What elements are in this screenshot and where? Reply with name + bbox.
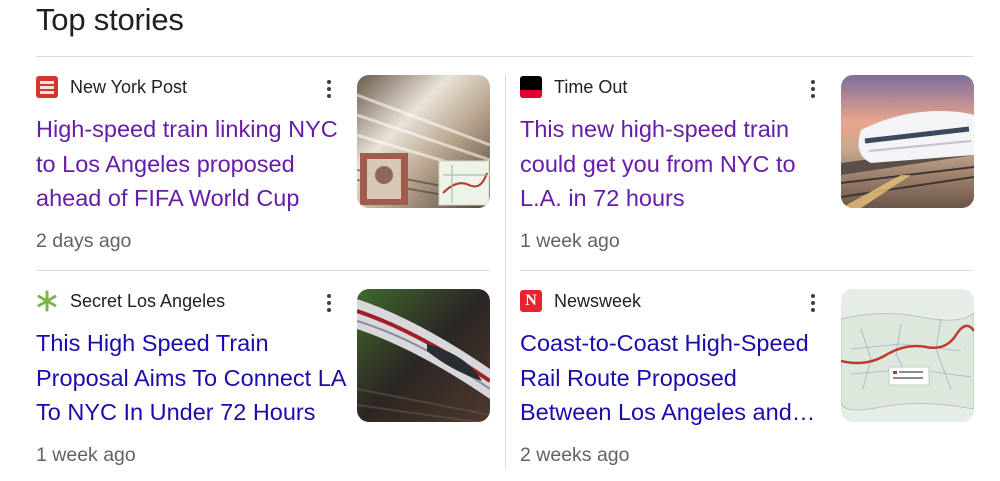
more-options-icon[interactable] bbox=[318, 77, 340, 101]
story-headline-link[interactable]: This new high-speed train could get you … bbox=[520, 112, 832, 216]
source-row: Time Out bbox=[520, 75, 627, 99]
story-thumbnail[interactable] bbox=[841, 75, 974, 208]
more-options-icon[interactable] bbox=[802, 291, 824, 315]
story-age: 1 week ago bbox=[520, 230, 620, 252]
story-thumbnail[interactable] bbox=[357, 289, 490, 422]
column-divider bbox=[505, 74, 506, 468]
story-headline-link[interactable]: High-speed train linking NYC to Los Ange… bbox=[36, 112, 348, 216]
source-row: New York Post bbox=[36, 75, 187, 99]
secret-asterisk-icon bbox=[36, 290, 58, 312]
section-title: Top stories bbox=[36, 2, 184, 37]
nypost-logo-icon bbox=[36, 76, 58, 98]
more-options-icon[interactable] bbox=[802, 77, 824, 101]
story-thumbnail[interactable] bbox=[841, 289, 974, 422]
story-card[interactable]: Time Out This new high-speed train could… bbox=[520, 75, 975, 275]
source-row: N Newsweek bbox=[520, 289, 641, 313]
story-thumbnail[interactable] bbox=[357, 75, 490, 208]
source-row: Secret Los Angeles bbox=[36, 289, 225, 313]
story-age: 1 week ago bbox=[36, 444, 136, 466]
timeout-logo-icon bbox=[520, 76, 542, 98]
story-age: 2 weeks ago bbox=[520, 444, 630, 466]
story-card[interactable]: New York Post High-speed train linking N… bbox=[36, 75, 491, 275]
story-card[interactable]: N Newsweek Coast-to-Coast High-Speed Rai… bbox=[520, 289, 975, 481]
source-name: Secret Los Angeles bbox=[70, 290, 226, 311]
story-headline-link[interactable]: Coast-to-Coast High-Speed Rail Route Pro… bbox=[520, 326, 832, 430]
story-headline-link[interactable]: This High Speed Train Proposal Aims To C… bbox=[36, 326, 348, 430]
newsweek-n-icon: N bbox=[520, 290, 542, 312]
divider bbox=[36, 56, 973, 57]
source-name: Time Out bbox=[554, 76, 628, 97]
source-name: Newsweek bbox=[554, 290, 642, 311]
source-name: New York Post bbox=[70, 76, 188, 97]
story-age: 2 days ago bbox=[36, 230, 132, 252]
story-card[interactable]: Secret Los Angeles This High Speed Train… bbox=[36, 289, 491, 481]
more-options-icon[interactable] bbox=[318, 291, 340, 315]
